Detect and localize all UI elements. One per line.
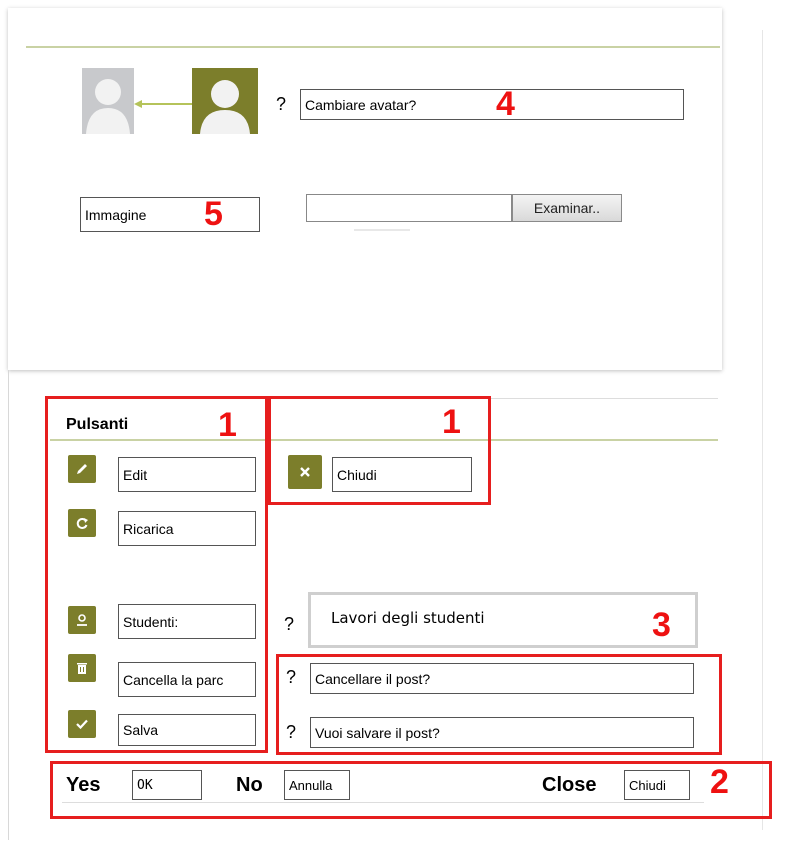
annotation-number: 3	[652, 606, 671, 644]
save-label: Salva	[123, 722, 159, 738]
save-post-text: Vuoi salvare il post?	[315, 724, 440, 741]
annotation-number: 5	[204, 195, 223, 233]
yes-label: Yes	[66, 773, 101, 796]
edit-label: Edit	[123, 466, 148, 483]
students-label-field[interactable]: Studenti:	[118, 604, 256, 639]
close-icon	[300, 467, 310, 477]
dialog-bar-baseline	[62, 802, 704, 803]
annotation-number: 4	[496, 85, 515, 123]
question-mark: ?	[276, 94, 287, 114]
no-value: Annulla	[289, 777, 333, 793]
no-value-field[interactable]: Annulla	[284, 770, 350, 800]
delete-post-text: Cancellare il post?	[315, 670, 431, 687]
student-works-text: Lavori degli studenti	[331, 609, 485, 627]
reload-label: Ricarica	[123, 520, 174, 537]
reload-label-field[interactable]: Ricarica	[118, 511, 256, 546]
change-avatar-field[interactable]: Cambiare avatar?	[300, 89, 684, 120]
image-label-field[interactable]: Immagine	[80, 197, 260, 232]
avatar-settings-card	[8, 8, 722, 370]
arrow-left-icon	[134, 96, 192, 108]
browse-button[interactable]: Examinar..	[512, 194, 622, 222]
current-avatar	[82, 68, 134, 134]
close-dialog-label: Close	[542, 773, 597, 796]
change-avatar-text: Cambiare avatar?	[305, 96, 417, 113]
image-label-text: Immagine	[85, 206, 147, 223]
close-label-field[interactable]: Chiudi	[332, 457, 472, 492]
close-value: Chiudi	[629, 777, 666, 793]
close-label: Chiudi	[337, 466, 377, 483]
edit-button[interactable]	[68, 455, 96, 483]
annotation-number: 2	[710, 763, 729, 801]
save-button[interactable]	[68, 710, 96, 738]
refresh-icon	[76, 518, 88, 529]
save-post-field[interactable]: Vuoi salvare il post?	[310, 717, 694, 748]
question-mark: ?	[286, 667, 297, 687]
new-avatar[interactable]	[192, 68, 258, 134]
delete-button[interactable]	[68, 654, 96, 682]
annotation-box-buttons	[45, 396, 268, 753]
close-value-field[interactable]: Chiudi	[624, 770, 690, 800]
trash-icon	[77, 663, 87, 674]
check-icon	[76, 719, 88, 730]
students-label: Studenti:	[123, 613, 179, 630]
delete-post-field[interactable]: Cancellare il post?	[310, 663, 694, 694]
question-mark: ?	[286, 722, 297, 742]
pencil-icon	[77, 464, 87, 474]
student-works-field[interactable]: Lavori degli studenti	[308, 592, 698, 648]
user-silhouette-icon	[86, 79, 130, 134]
close-button[interactable]	[288, 455, 322, 489]
annotation-number: 1	[442, 403, 461, 441]
delete-label: Cancella la parc	[123, 671, 224, 688]
delete-label-field[interactable]: Cancella la parc	[118, 662, 256, 697]
user-silhouette-icon	[200, 80, 250, 134]
top-green-divider	[26, 46, 720, 48]
upload-underline	[354, 229, 410, 231]
file-path-input[interactable]	[306, 194, 512, 222]
left-divider	[8, 370, 9, 840]
annotation-number: 1	[218, 406, 237, 444]
edit-label-field[interactable]: Edit	[118, 457, 256, 492]
right-divider	[762, 30, 763, 830]
no-label: No	[236, 773, 263, 796]
save-label-field[interactable]: Salva	[118, 714, 256, 746]
yes-value: OK	[137, 777, 153, 793]
question-mark: ?	[284, 614, 295, 634]
user-icon	[77, 614, 87, 626]
yes-value-field[interactable]: OK	[132, 770, 202, 800]
students-button[interactable]	[68, 606, 96, 634]
reload-button[interactable]	[68, 509, 96, 537]
